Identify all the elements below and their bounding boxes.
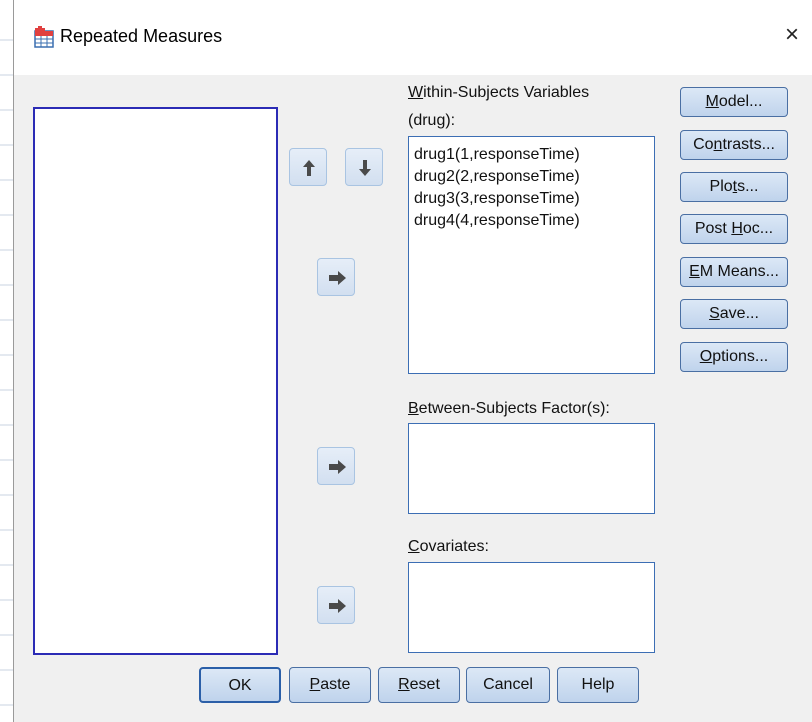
list-item[interactable]: drug2(2,responseTime) [409, 166, 654, 188]
cancel-button[interactable]: Cancel [466, 667, 550, 703]
move-to-between-button[interactable] [317, 447, 355, 485]
close-icon[interactable]: × [778, 21, 806, 49]
arrow-right-icon [329, 271, 346, 285]
window-title: Repeated Measures [60, 26, 223, 46]
list-item[interactable]: drug1(1,responseTime) [409, 144, 654, 166]
covariates-label: Covariates: [408, 538, 489, 555]
options-button[interactable]: Options... [680, 342, 788, 372]
save-button[interactable]: Save... [680, 299, 788, 329]
between-subjects-list[interactable] [408, 423, 655, 514]
arrow-down-icon [359, 160, 371, 176]
move-to-covariates-button[interactable] [317, 586, 355, 624]
spss-grid-icon [34, 26, 54, 48]
post-hoc-button[interactable]: Post Hoc... [680, 214, 788, 244]
list-item[interactable]: drug4(4,responseTime) [409, 210, 654, 232]
move-down-button[interactable] [345, 148, 383, 186]
list-item[interactable]: drug3(3,responseTime) [409, 188, 654, 210]
em-means-button[interactable]: EM Means... [680, 257, 788, 287]
arrow-right-icon [329, 599, 346, 613]
model-button[interactable]: Model... [680, 87, 788, 117]
within-subjects-label: Within-Subjects Variables [408, 84, 590, 101]
arrow-right-icon [329, 460, 346, 474]
repeated-measures-dialog: Repeated Measures × Within-Subjects Vari… [13, 0, 812, 722]
plots-button[interactable]: Plots... [680, 172, 788, 202]
covariates-list[interactable] [408, 562, 655, 653]
within-subjects-list[interactable]: drug1(1,responseTime) drug2(2,responseTi… [408, 136, 655, 374]
within-factor-label: (drug): [408, 112, 456, 129]
title-bar: Repeated Measures × [14, 0, 812, 75]
ok-button[interactable]: OK [199, 667, 281, 703]
arrow-up-icon [303, 160, 315, 176]
move-to-within-button[interactable] [317, 258, 355, 296]
help-button[interactable]: Help [557, 667, 639, 703]
contrasts-button[interactable]: Contrasts... [680, 130, 788, 160]
reset-button[interactable]: Reset [378, 667, 460, 703]
source-variable-list[interactable] [33, 107, 278, 655]
paste-button[interactable]: Paste [289, 667, 371, 703]
between-subjects-label: Between-Subjects Factor(s): [408, 400, 610, 417]
move-up-button[interactable] [289, 148, 327, 186]
